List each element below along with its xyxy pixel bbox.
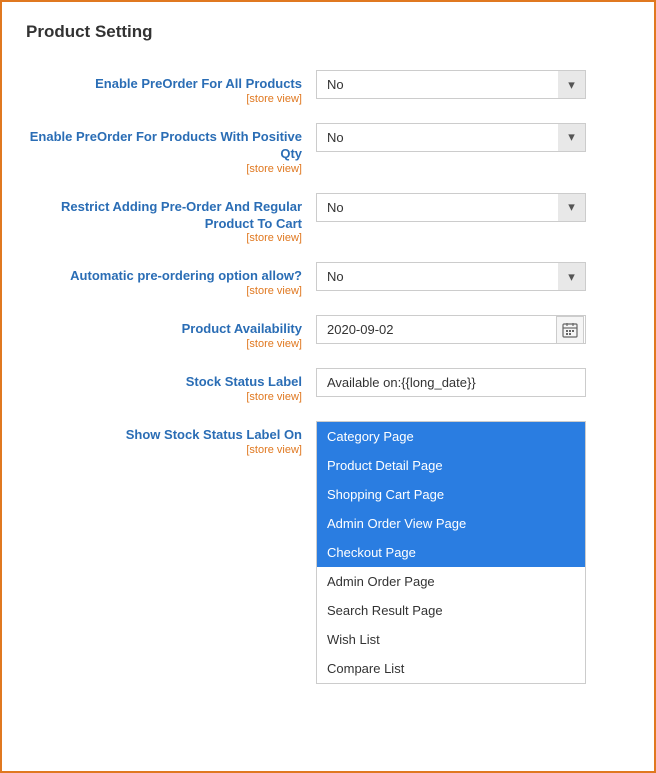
label-col-show-stock-status: Show Stock Status Label On[store view] — [26, 421, 316, 456]
select-enable-preorder-positive[interactable]: NoYes — [316, 123, 586, 152]
input-col-stock-status-label — [316, 368, 630, 397]
date-wrapper-product-availability — [316, 315, 586, 344]
field-label-stock-status-label: Stock Status Label — [26, 374, 302, 391]
field-sublabel-auto-preorder: [store view] — [26, 285, 302, 297]
calendar-icon[interactable] — [556, 316, 584, 344]
field-sublabel-stock-status-label: [store view] — [26, 391, 302, 403]
label-col-restrict-adding: Restrict Adding Pre-Order And Regular Pr… — [26, 193, 316, 245]
input-col-auto-preorder: NoYes — [316, 262, 630, 291]
select-wrapper-restrict-adding: NoYes — [316, 193, 586, 222]
page-title: Product Setting — [26, 22, 630, 42]
multiselect-list-show-stock-status: Category PageProduct Detail PageShopping… — [316, 421, 586, 684]
field-label-restrict-adding: Restrict Adding Pre-Order And Regular Pr… — [26, 199, 302, 233]
multiselect-item-8[interactable]: Compare List — [317, 654, 585, 683]
select-restrict-adding[interactable]: NoYes — [316, 193, 586, 222]
multiselect-item-0[interactable]: Category Page — [317, 422, 585, 451]
multiselect-item-1[interactable]: Product Detail Page — [317, 451, 585, 480]
multiselect-item-6[interactable]: Search Result Page — [317, 596, 585, 625]
form-row-enable-preorder-all: Enable PreOrder For All Products[store v… — [26, 70, 630, 105]
form-row-show-stock-status: Show Stock Status Label On[store view]Ca… — [26, 421, 630, 684]
label-col-enable-preorder-all: Enable PreOrder For All Products[store v… — [26, 70, 316, 105]
multiselect-item-2[interactable]: Shopping Cart Page — [317, 480, 585, 509]
field-label-show-stock-status: Show Stock Status Label On — [26, 427, 302, 444]
form-row-product-availability: Product Availability[store view] — [26, 315, 630, 350]
form-row-restrict-adding: Restrict Adding Pre-Order And Regular Pr… — [26, 193, 630, 245]
input-col-product-availability — [316, 315, 630, 344]
field-sublabel-show-stock-status: [store view] — [26, 444, 302, 456]
select-auto-preorder[interactable]: NoYes — [316, 262, 586, 291]
field-label-auto-preorder: Automatic pre-ordering option allow? — [26, 268, 302, 285]
multiselect-item-7[interactable]: Wish List — [317, 625, 585, 654]
date-input-product-availability[interactable] — [316, 315, 586, 344]
field-label-product-availability: Product Availability — [26, 321, 302, 338]
label-col-auto-preorder: Automatic pre-ordering option allow?[sto… — [26, 262, 316, 297]
input-col-enable-preorder-positive: NoYes — [316, 123, 630, 152]
label-col-product-availability: Product Availability[store view] — [26, 315, 316, 350]
text-input-stock-status-label[interactable] — [316, 368, 586, 397]
form-row-enable-preorder-positive: Enable PreOrder For Products With Positi… — [26, 123, 630, 175]
multiselect-item-3[interactable]: Admin Order View Page — [317, 509, 585, 538]
field-sublabel-restrict-adding: [store view] — [26, 232, 302, 244]
field-label-enable-preorder-positive: Enable PreOrder For Products With Positi… — [26, 129, 302, 163]
select-wrapper-enable-preorder-positive: NoYes — [316, 123, 586, 152]
field-label-enable-preorder-all: Enable PreOrder For All Products — [26, 76, 302, 93]
form-row-stock-status-label: Stock Status Label[store view] — [26, 368, 630, 403]
form-row-auto-preorder: Automatic pre-ordering option allow?[sto… — [26, 262, 630, 297]
select-wrapper-enable-preorder-all: NoYes — [316, 70, 586, 99]
select-wrapper-auto-preorder: NoYes — [316, 262, 586, 291]
product-setting-panel: Product Setting Enable PreOrder For All … — [0, 0, 656, 773]
field-sublabel-enable-preorder-positive: [store view] — [26, 163, 302, 175]
input-col-show-stock-status: Category PageProduct Detail PageShopping… — [316, 421, 630, 684]
field-sublabel-enable-preorder-all: [store view] — [26, 93, 302, 105]
field-sublabel-product-availability: [store view] — [26, 338, 302, 350]
multiselect-item-4[interactable]: Checkout Page — [317, 538, 585, 567]
select-enable-preorder-all[interactable]: NoYes — [316, 70, 586, 99]
input-col-restrict-adding: NoYes — [316, 193, 630, 222]
label-col-stock-status-label: Stock Status Label[store view] — [26, 368, 316, 403]
input-col-enable-preorder-all: NoYes — [316, 70, 630, 99]
multiselect-item-5[interactable]: Admin Order Page — [317, 567, 585, 596]
label-col-enable-preorder-positive: Enable PreOrder For Products With Positi… — [26, 123, 316, 175]
multiselect-wrapper-show-stock-status: Category PageProduct Detail PageShopping… — [316, 421, 586, 684]
